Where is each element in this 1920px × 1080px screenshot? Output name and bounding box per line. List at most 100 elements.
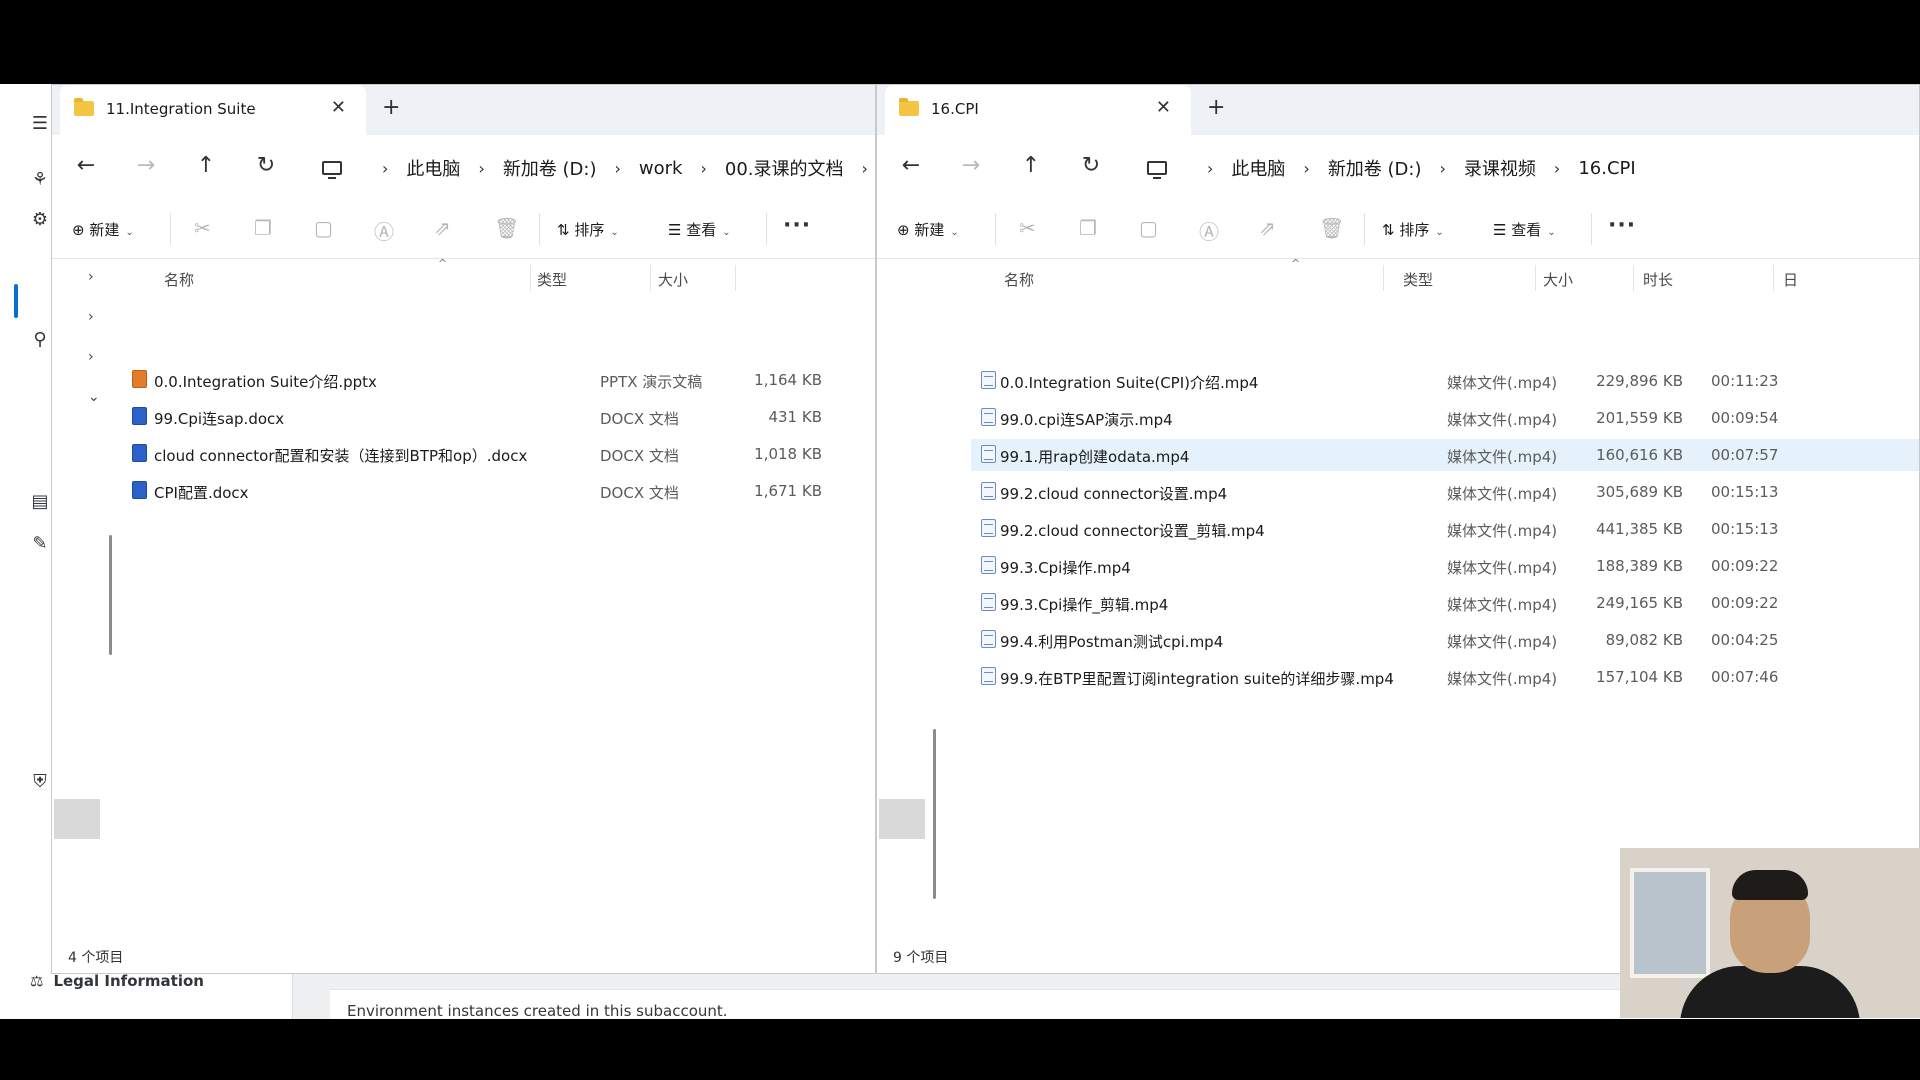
- file-row[interactable]: 99.4.利用Postman测试cpi.mp4 媒体文件(.mp4) 89,082 …: [971, 624, 1919, 656]
- col-duration[interactable]: 时长: [1643, 269, 1673, 290]
- file-row[interactable]: CPI配置.docx DOCX 文档 1,671 KB: [122, 475, 875, 507]
- gear-icon[interactable]: ⚙: [28, 208, 52, 232]
- rename-icon[interactable]: Ⓐ: [374, 216, 394, 245]
- file-row[interactable]: 99.9.在BTP里配置订阅integration suite的详细步骤.mp4…: [971, 661, 1919, 693]
- chevron-right-icon[interactable]: ›: [88, 269, 94, 285]
- divider[interactable]: [650, 265, 651, 291]
- file-row[interactable]: cloud connector配置和安装（连接到BTP和op）.docx DOCX…: [122, 438, 875, 470]
- file-row[interactable]: 99.3.Cpi操作.mp4 媒体文件(.mp4) 188,389 KB 00:09:…: [971, 550, 1919, 582]
- nav-scrollbar[interactable]: [109, 535, 112, 655]
- file-row[interactable]: 99.Cpi连sap.docx DOCX 文档 431 KB: [122, 401, 875, 433]
- file-row[interactable]: 99.2.cloud connector设置_剪辑.mp4 媒体文件(.mp4) 4…: [971, 513, 1919, 545]
- divider[interactable]: [1383, 265, 1384, 291]
- crumb-this-pc[interactable]: 此电脑: [406, 155, 460, 181]
- divider[interactable]: [1773, 265, 1774, 291]
- paste-icon[interactable]: ▢: [314, 216, 333, 240]
- file-row[interactable]: 99.2.cloud connector设置.mp4 媒体文件(.mp4) 305,…: [971, 476, 1919, 508]
- chevron-down-icon[interactable]: ⌄: [88, 389, 100, 405]
- pen-icon[interactable]: ✎: [28, 532, 52, 556]
- col-size[interactable]: 大小: [1543, 269, 1573, 290]
- cell-size: 229,896 KB: [1596, 372, 1683, 390]
- view-button[interactable]: ☰ 查看 ⌄: [668, 219, 731, 240]
- docx-file-icon: [132, 407, 147, 425]
- shield-icon[interactable]: ⛨: [28, 770, 52, 794]
- chevron-right-icon[interactable]: ›: [700, 159, 706, 178]
- col-size[interactable]: 大小: [658, 269, 688, 290]
- delete-icon[interactable]: 🗑: [494, 216, 519, 240]
- new-tab-button[interactable]: +: [1207, 95, 1225, 120]
- up-icon[interactable]: ↑: [192, 153, 220, 178]
- divider[interactable]: [1535, 265, 1536, 291]
- col-name[interactable]: 名称: [1004, 269, 1034, 290]
- chevron-right-icon[interactable]: ›: [1554, 159, 1560, 178]
- up-icon[interactable]: ↑: [1017, 153, 1045, 178]
- share-icon[interactable]: ⇗: [434, 216, 451, 240]
- forward-icon[interactable]: →: [957, 153, 985, 178]
- sort-button[interactable]: ⇅ 排序 ⌄: [1382, 219, 1444, 240]
- crumb-videos[interactable]: 录课视频: [1464, 155, 1536, 181]
- back-icon[interactable]: ←: [897, 153, 925, 178]
- col-type[interactable]: 类型: [537, 269, 567, 290]
- divider[interactable]: [735, 265, 736, 291]
- copy-icon[interactable]: ❐: [1079, 216, 1097, 240]
- view-button[interactable]: ☰ 查看 ⌄: [1493, 219, 1556, 240]
- chevron-right-icon[interactable]: ›: [382, 159, 388, 178]
- divider[interactable]: [1633, 265, 1634, 291]
- chevron-right-icon[interactable]: ›: [1440, 159, 1446, 178]
- file-row[interactable]: 0.0.Integration Suite(CPI)介绍.mp4 媒体文件(.mp…: [971, 365, 1919, 397]
- cell-duration: 00:15:13: [1711, 520, 1779, 538]
- file-row[interactable]: 99.0.cpi连SAP演示.mp4 媒体文件(.mp4) 201,559 KB 00…: [971, 402, 1919, 434]
- more-icon[interactable]: ···: [1608, 213, 1636, 238]
- document-icon[interactable]: ▤: [28, 490, 52, 514]
- computer-icon[interactable]: [1147, 161, 1167, 179]
- nav-scrollbar[interactable]: [933, 729, 936, 899]
- computer-icon[interactable]: [322, 161, 342, 179]
- file-row[interactable]: 99.1.用rap创建odata.mp4 媒体文件(.mp4) 160,616 KB…: [971, 439, 1919, 471]
- sort-button[interactable]: ⇅ 排序 ⌄: [557, 219, 619, 240]
- cut-icon[interactable]: ✂: [1019, 216, 1036, 240]
- chevron-right-icon[interactable]: ›: [478, 159, 484, 178]
- chevron-right-icon[interactable]: ›: [862, 159, 868, 178]
- tab-integration-suite[interactable]: 11.Integration Suite ✕: [60, 85, 366, 135]
- file-row[interactable]: 0.0.Integration Suite介绍.pptx PPTX 演示文稿 1,1…: [122, 364, 875, 396]
- chevron-right-icon[interactable]: ›: [1303, 159, 1309, 178]
- crumb-folder[interactable]: 16.CPI: [1578, 158, 1635, 179]
- chevron-right-icon[interactable]: ›: [88, 349, 94, 365]
- chevron-right-icon[interactable]: ›: [1207, 159, 1213, 178]
- new-button[interactable]: ⊕ 新建 ⌄: [72, 219, 134, 240]
- col-extra[interactable]: 日: [1783, 269, 1798, 290]
- tab-cpi[interactable]: 16.CPI ✕: [885, 85, 1191, 135]
- col-type[interactable]: 类型: [1403, 269, 1433, 290]
- cell-name: 0.0.Integration Suite介绍.pptx: [154, 373, 377, 391]
- divider[interactable]: [530, 265, 531, 291]
- chevron-right-icon[interactable]: ›: [615, 159, 621, 178]
- copy-icon[interactable]: ❐: [254, 216, 272, 240]
- forward-icon[interactable]: →: [132, 153, 160, 178]
- column-header: ^ 名称 类型 大小 时长 日: [947, 257, 1919, 293]
- location-icon[interactable]: ⚲: [28, 328, 52, 352]
- share-icon[interactable]: ⇗: [1259, 216, 1276, 240]
- crumb-drive[interactable]: 新加卷 (D:): [503, 155, 597, 181]
- cut-icon[interactable]: ✂: [194, 216, 211, 240]
- crumb-this-pc[interactable]: 此电脑: [1231, 155, 1285, 181]
- delete-icon[interactable]: 🗑: [1319, 216, 1344, 240]
- menu-icon[interactable]: ☰: [28, 112, 52, 136]
- close-icon[interactable]: ✕: [1156, 97, 1171, 118]
- close-icon[interactable]: ✕: [331, 97, 346, 118]
- col-name[interactable]: 名称: [164, 269, 194, 290]
- rename-icon[interactable]: Ⓐ: [1199, 216, 1219, 245]
- new-tab-button[interactable]: +: [382, 95, 400, 120]
- paste-icon[interactable]: ▢: [1139, 216, 1158, 240]
- file-row[interactable]: 99.3.Cpi操作_剪辑.mp4 媒体文件(.mp4) 249,165 KB 00:…: [971, 587, 1919, 619]
- crumb-folder[interactable]: 00.录课的文档: [725, 155, 844, 181]
- refresh-icon[interactable]: ↻: [252, 153, 280, 178]
- back-icon[interactable]: ←: [72, 153, 100, 178]
- crumb-drive[interactable]: 新加卷 (D:): [1328, 155, 1422, 181]
- new-button[interactable]: ⊕ 新建 ⌄: [897, 219, 959, 240]
- crumb-work[interactable]: work: [639, 158, 683, 179]
- refresh-icon[interactable]: ↻: [1077, 153, 1105, 178]
- chevron-right-icon[interactable]: ›: [88, 309, 94, 325]
- hierarchy-icon[interactable]: ⚘: [28, 168, 52, 192]
- legal-information-link[interactable]: ⚖ Legal Information: [30, 972, 204, 990]
- more-icon[interactable]: ···: [783, 213, 811, 238]
